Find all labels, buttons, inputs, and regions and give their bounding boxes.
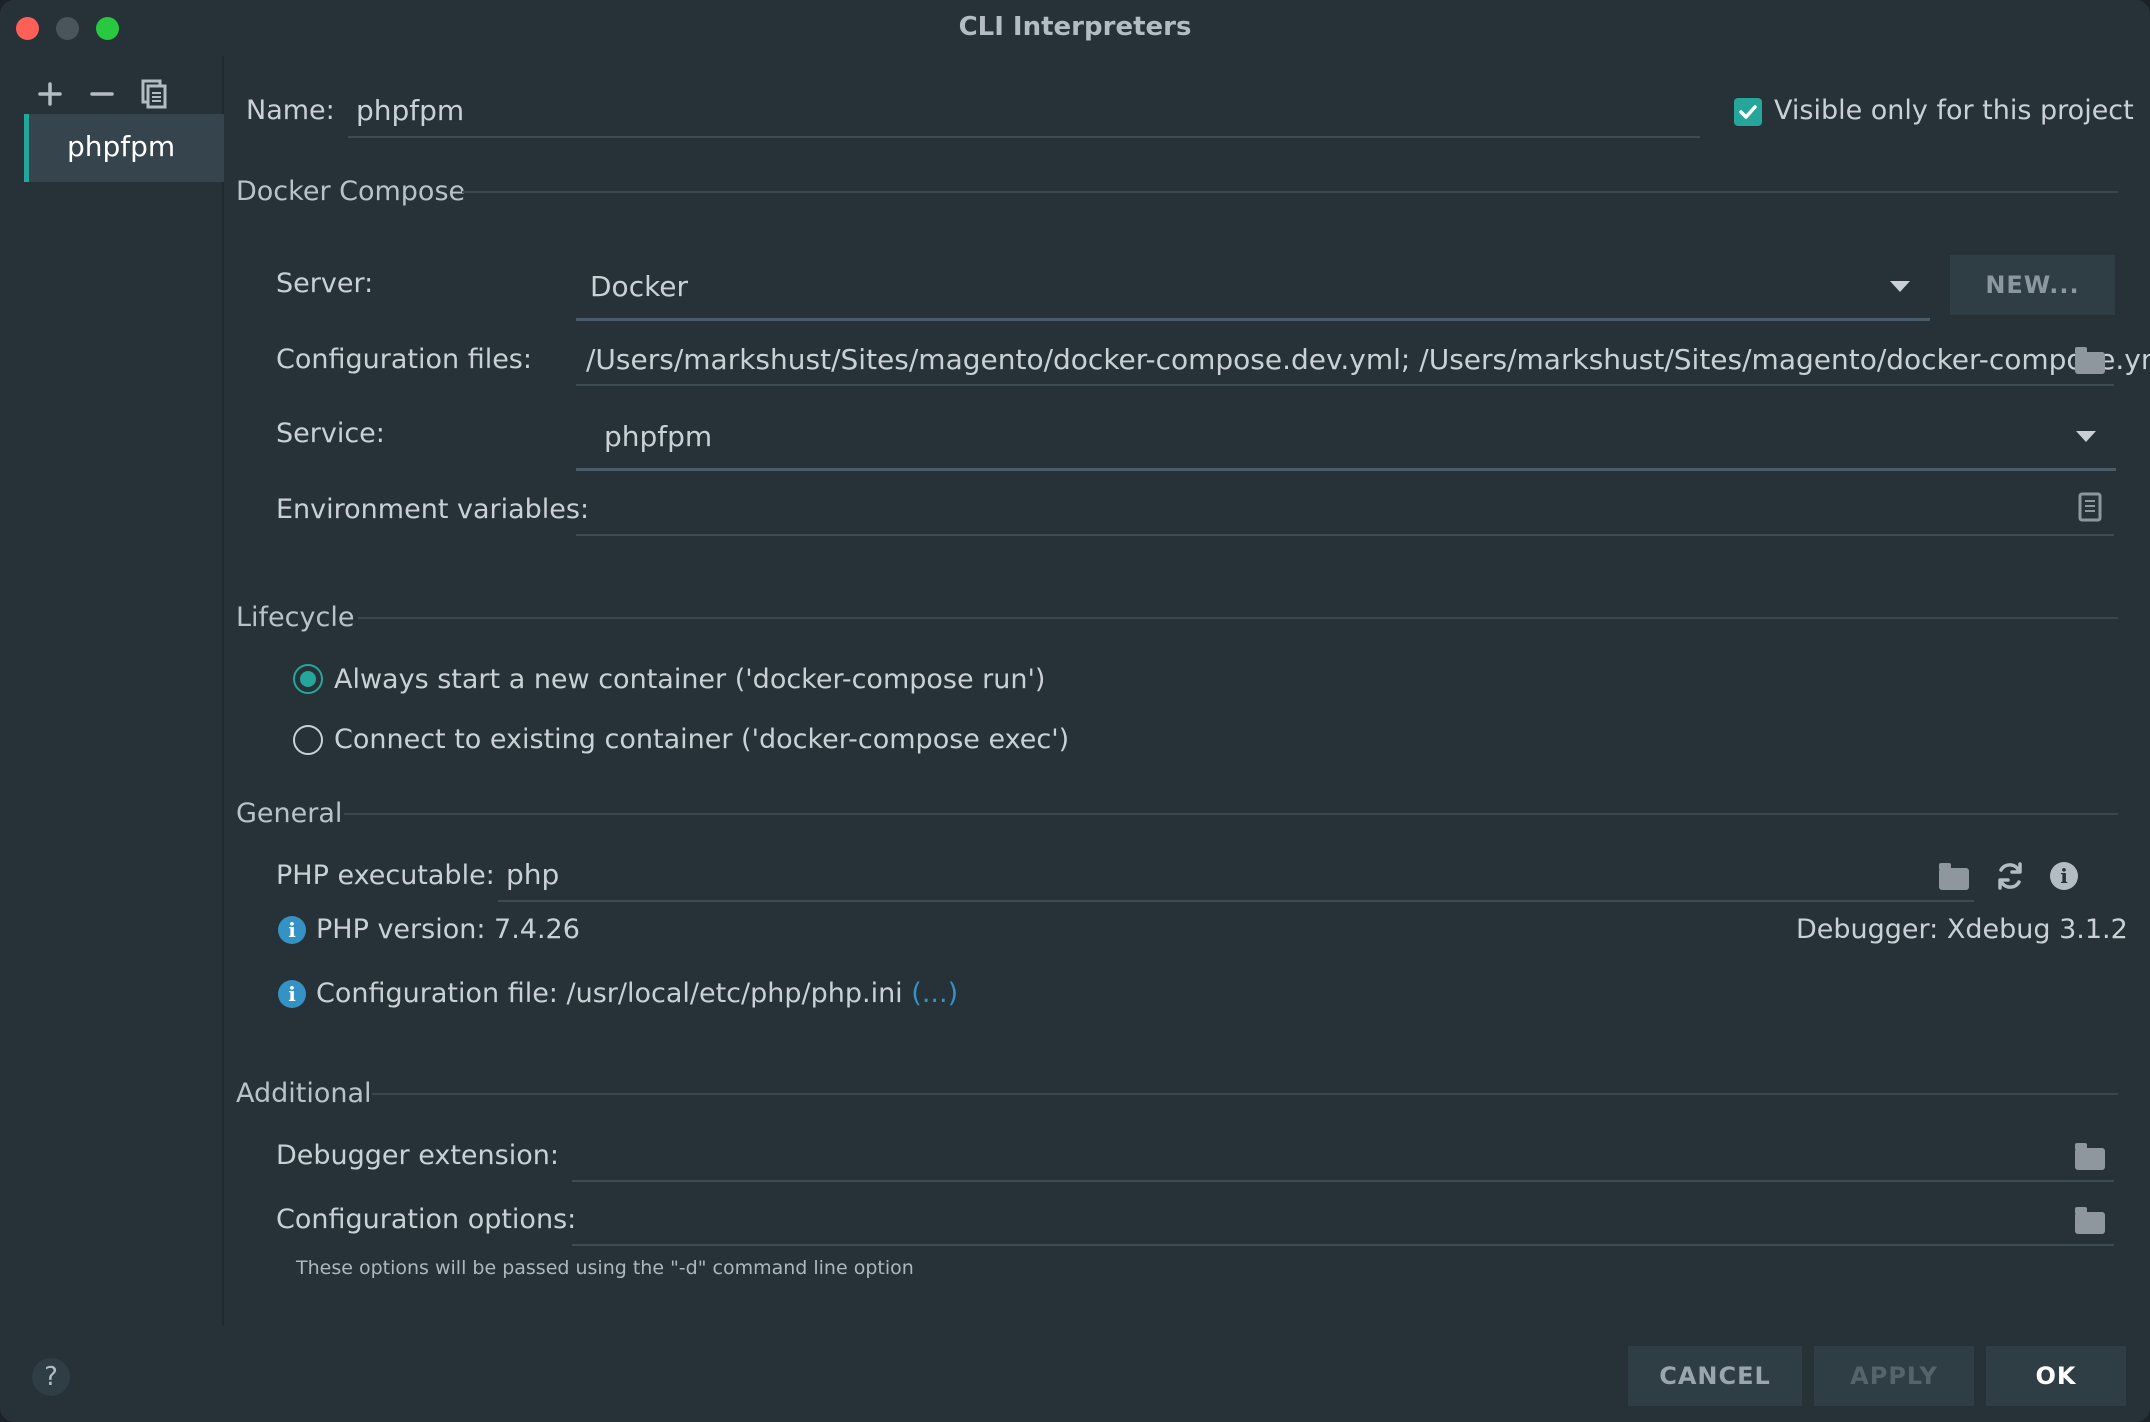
radio-start-new-container[interactable] <box>293 664 323 694</box>
php-executable-value: php <box>506 858 560 891</box>
browse-debugger-extension-button[interactable] <box>2070 1136 2110 1176</box>
edit-configuration-options-button[interactable] <box>2070 1200 2110 1240</box>
server-dropdown[interactable]: Docker <box>576 254 1930 321</box>
folder-icon <box>2075 1143 2105 1170</box>
remove-interpreter-button[interactable] <box>82 74 122 114</box>
docker-compose-section-title: Docker Compose <box>236 176 466 207</box>
config-file-path: Configuration file: /usr/local/etc/php/p… <box>316 978 903 1009</box>
interpreter-list-panel: phpfpm <box>0 56 224 1326</box>
help-button[interactable]: ? <box>32 1358 70 1396</box>
additional-section-title: Additional <box>236 1078 372 1109</box>
configuration-options-hint: These options will be passed using the "… <box>296 1257 914 1279</box>
copy-icon <box>141 79 167 109</box>
env-vars-field[interactable] <box>576 484 2114 536</box>
configuration-options-label: Configuration options: <box>276 1204 577 1235</box>
name-value: phpfpm <box>356 94 465 127</box>
folder-icon <box>2075 1207 2105 1234</box>
config-files-field[interactable]: /Users/markshust/Sites/magento/docker-co… <box>576 334 2150 386</box>
sidebar-item-phpfpm[interactable]: phpfpm <box>24 114 224 182</box>
server-value: Docker <box>590 270 689 303</box>
server-label: Server: <box>276 268 374 299</box>
additional-divider <box>372 1093 2118 1095</box>
php-version-text: PHP version: 7.4.26 <box>316 914 580 945</box>
connect-existing-container-label[interactable]: Connect to existing container ('docker-c… <box>334 724 1069 755</box>
service-value: phpfpm <box>604 420 713 453</box>
docker-compose-divider <box>462 191 2118 193</box>
php-executable-label: PHP executable: <box>276 860 495 891</box>
title-bar: CLI Interpreters <box>0 0 2150 56</box>
general-section-title: General <box>236 798 343 829</box>
new-server-button[interactable]: NEW... <box>1950 255 2115 315</box>
name-field[interactable]: phpfpm <box>348 86 1700 138</box>
config-files-label: Configuration files: <box>276 344 532 375</box>
checkmark-icon <box>1739 105 1757 119</box>
cli-interpreters-dialog: CLI Interpreters phpfpm Name: phpfpm Vis… <box>0 0 2150 1422</box>
browse-config-files-button[interactable] <box>2070 340 2110 380</box>
php-executable-field[interactable]: php <box>498 850 1974 902</box>
service-label: Service: <box>276 418 385 449</box>
browse-php-executable-button[interactable] <box>1934 856 1974 896</box>
lifecycle-section-title: Lifecycle <box>236 602 355 633</box>
plus-icon <box>38 82 62 106</box>
configuration-options-field[interactable] <box>572 1194 2114 1246</box>
service-dropdown[interactable]: phpfpm <box>576 404 2116 471</box>
info-icon: i <box>278 916 306 944</box>
ok-button[interactable]: OK <box>1986 1346 2126 1406</box>
config-file-text: Configuration file: /usr/local/etc/php/p… <box>316 978 958 1009</box>
start-new-container-label[interactable]: Always start a new container ('docker-co… <box>334 664 1045 695</box>
visible-only-checkbox[interactable] <box>1734 98 1762 126</box>
refresh-php-info-button[interactable] <box>1990 856 2030 896</box>
debugger-version-text: Debugger: Xdebug 3.1.2 <box>1796 914 2128 945</box>
minus-icon <box>90 92 114 96</box>
lifecycle-divider <box>358 617 2118 619</box>
config-files-value: /Users/markshust/Sites/magento/docker-co… <box>586 343 2150 376</box>
cancel-button[interactable]: CANCEL <box>1628 1346 1802 1406</box>
apply-button[interactable]: APPLY <box>1814 1346 1974 1406</box>
window-title: CLI Interpreters <box>958 12 1192 42</box>
general-divider <box>344 813 2118 815</box>
radio-connect-existing-container[interactable] <box>293 725 323 755</box>
sidebar-item-label: phpfpm <box>67 130 176 163</box>
env-vars-label: Environment variables: <box>276 494 590 525</box>
visible-only-label: Visible only for this project <box>1774 95 2134 126</box>
folder-icon <box>2075 347 2105 374</box>
copy-interpreter-button[interactable] <box>134 74 174 114</box>
php-info-button[interactable]: i <box>2044 856 2084 896</box>
info-icon: i <box>278 980 306 1008</box>
config-file-open-link[interactable]: (...) <box>911 978 958 1009</box>
edit-env-vars-button[interactable] <box>2072 490 2112 530</box>
debugger-extension-label: Debugger extension: <box>276 1140 559 1171</box>
debugger-extension-field[interactable] <box>572 1130 2114 1182</box>
chevron-down-icon <box>2076 431 2096 442</box>
name-label: Name: <box>246 95 335 126</box>
chevron-down-icon <box>1890 281 1910 292</box>
info-icon: i <box>2050 862 2078 890</box>
add-interpreter-button[interactable] <box>30 74 70 114</box>
refresh-icon <box>1998 862 2022 890</box>
folder-icon <box>1939 863 1969 890</box>
document-icon <box>2078 492 2102 522</box>
